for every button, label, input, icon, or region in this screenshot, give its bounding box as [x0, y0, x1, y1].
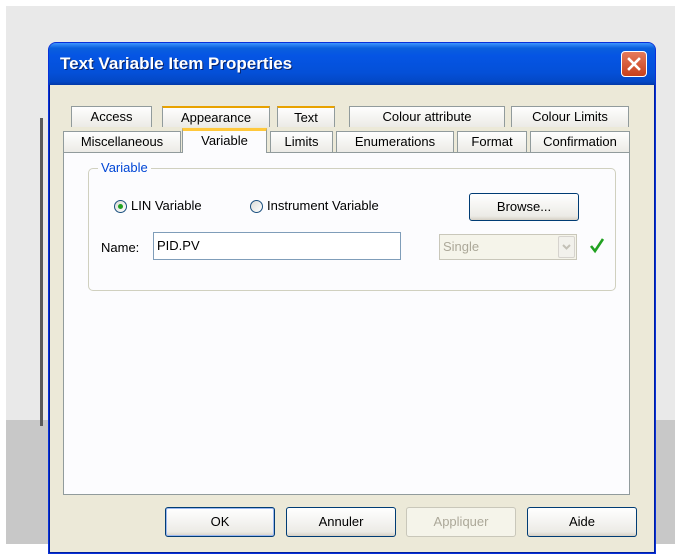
window-title: Text Variable Item Properties	[60, 54, 293, 73]
tab-appearance[interactable]: Appearance	[162, 106, 270, 127]
name-field[interactable]: PID.PV	[153, 232, 401, 260]
tab-format[interactable]: Format	[457, 131, 527, 152]
type-select[interactable]: Single	[439, 234, 577, 260]
lin-variable-label[interactable]: LIN Variable	[131, 198, 202, 213]
cancel-button[interactable]: Annuler	[286, 507, 396, 537]
tab-miscellaneous[interactable]: Miscellaneous	[63, 131, 181, 152]
background-window-edge	[40, 118, 43, 426]
tab-panel-variable: Variable LIN Variable Instrument Variabl…	[63, 152, 630, 495]
apply-button[interactable]: Appliquer	[406, 507, 516, 537]
instrument-variable-radio[interactable]	[250, 200, 263, 213]
radio-selected-dot	[118, 204, 123, 209]
tab-text[interactable]: Text	[277, 106, 335, 127]
properties-dialog: Text Variable Item Properties Access App…	[48, 42, 656, 554]
close-button[interactable]	[621, 51, 647, 77]
tab-access[interactable]: Access	[71, 106, 152, 127]
lin-variable-radio[interactable]	[114, 200, 127, 213]
help-button[interactable]: Aide	[527, 507, 637, 537]
tab-limits[interactable]: Limits	[270, 131, 333, 152]
close-icon	[627, 57, 641, 71]
chevron-down-icon	[562, 244, 571, 250]
title-bar[interactable]: Text Variable Item Properties	[49, 43, 655, 85]
tab-variable[interactable]: Variable	[182, 128, 267, 153]
ok-button[interactable]: OK	[165, 507, 275, 537]
instrument-variable-label[interactable]: Instrument Variable	[267, 198, 379, 213]
type-select-dropdown-button[interactable]	[558, 236, 575, 258]
tab-enumerations[interactable]: Enumerations	[336, 131, 454, 152]
variable-groupbox: Variable LIN Variable Instrument Variabl…	[88, 160, 616, 291]
name-label: Name:	[101, 240, 140, 255]
tab-confirmation[interactable]: Confirmation	[530, 131, 630, 152]
type-select-value: Single	[443, 239, 480, 254]
browse-button[interactable]: Browse...	[469, 193, 579, 221]
check-icon	[589, 238, 605, 254]
tab-colour-limits[interactable]: Colour Limits	[511, 106, 629, 127]
tab-colour-attribute[interactable]: Colour attribute	[349, 106, 505, 127]
variable-group-caption: Variable	[98, 160, 151, 175]
